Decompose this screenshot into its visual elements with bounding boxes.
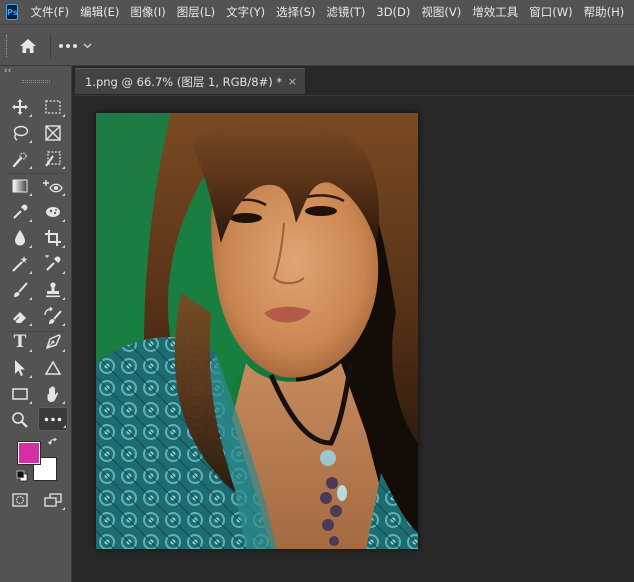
menu-plugins[interactable]: 增效工具 [472, 4, 518, 20]
eraser-icon [13, 312, 26, 323]
zoom-tool[interactable] [7, 408, 33, 432]
portrait-photo [96, 113, 418, 549]
lasso-icon [13, 125, 29, 141]
slice-icon [45, 151, 61, 167]
edit-toolbar-button[interactable] [38, 407, 68, 431]
frame-icon [45, 125, 61, 141]
pen-tool[interactable] [40, 330, 66, 354]
options-separator [50, 34, 51, 58]
red-eye-icon [43, 180, 63, 193]
gradient-icon [12, 179, 28, 193]
collapse-toolbar-button[interactable]: ‹‹ [4, 66, 11, 76]
move-tool[interactable] [7, 95, 33, 119]
more-options-icon [59, 44, 77, 48]
options-bar-grip[interactable] [6, 35, 8, 57]
sponge-tool[interactable] [40, 200, 66, 224]
magic-wand-tool[interactable] [7, 252, 33, 276]
stamp-icon [46, 282, 60, 298]
menu-window[interactable]: 窗口(W) [529, 4, 572, 20]
photoshop-logo-icon[interactable]: Ps [6, 4, 19, 20]
frame-tool[interactable] [40, 121, 66, 145]
menu-file[interactable]: 文件(F) [30, 4, 69, 20]
eraser-tool[interactable] [7, 304, 33, 328]
eyedropper-icon [13, 204, 28, 219]
hand-icon [47, 386, 59, 402]
menu-edit[interactable]: 编辑(E) [80, 4, 119, 20]
rect-marquee-icon [45, 100, 61, 114]
history-brush-icon [44, 307, 62, 324]
more-icon [44, 417, 62, 421]
quick-select-tool[interactable] [7, 147, 33, 171]
zoom-icon [12, 412, 28, 428]
marquee-tool[interactable] [40, 95, 66, 119]
home-icon [20, 39, 36, 53]
rectangle-tool[interactable] [7, 382, 33, 406]
red-eye-tool[interactable] [40, 174, 66, 198]
blur-tool[interactable] [7, 226, 33, 250]
slice-tool[interactable] [40, 147, 66, 171]
tools-panel: ‹‹ T [0, 66, 72, 582]
menu-select[interactable]: 选择(S) [276, 4, 315, 20]
triangle-icon [44, 360, 62, 375]
menu-3d[interactable]: 3D(D) [376, 5, 410, 19]
menu-view[interactable]: 视图(V) [421, 4, 461, 20]
menu-filter[interactable]: 滤镜(T) [326, 4, 365, 20]
foreground-color-swatch[interactable] [17, 441, 41, 465]
stamp-tool[interactable] [40, 278, 66, 302]
brush-icon [14, 282, 28, 297]
default-colors-icon[interactable] [16, 470, 28, 482]
magic-wand-icon [12, 256, 28, 272]
home-button[interactable] [16, 34, 40, 58]
gradient-tool[interactable] [7, 174, 33, 198]
crop-tool[interactable] [40, 226, 66, 250]
arrow-icon [15, 360, 25, 376]
screen-mode-button[interactable] [40, 488, 66, 512]
shape-3d-tool[interactable] [40, 356, 66, 380]
tab-strip-divider [73, 95, 634, 96]
menu-bar: Ps 文件(F) 编辑(E) 图像(I) 图层(L) 文字(Y) 选择(S) 滤… [0, 0, 634, 24]
more-options-button[interactable] [58, 37, 100, 55]
toolbar-grip[interactable] [22, 80, 50, 83]
brush-tool[interactable] [7, 278, 33, 302]
document-area: 1.png @ 66.7% (图层 1, RGB/8#) * × [73, 66, 634, 582]
drop-icon [15, 230, 25, 246]
pen-icon [45, 334, 61, 350]
document-tab[interactable]: 1.png @ 66.7% (图层 1, RGB/8#) * × [75, 68, 305, 94]
image-canvas[interactable] [96, 113, 418, 549]
path-select-tool[interactable] [7, 356, 33, 380]
type-tool[interactable]: T [7, 330, 33, 354]
eyedropper-tool[interactable] [7, 200, 33, 224]
sponge-icon [46, 207, 60, 217]
close-tab-icon[interactable]: × [288, 75, 297, 88]
quick-mask-button[interactable] [7, 488, 33, 512]
rectangle-icon [12, 388, 28, 400]
color-sampler-tool[interactable] [40, 252, 66, 276]
document-tab-title: 1.png @ 66.7% (图层 1, RGB/8#) * [85, 74, 283, 89]
color-sampler-icon [45, 255, 61, 271]
type-icon: T [13, 332, 27, 352]
crop-icon [45, 230, 61, 246]
lasso-tool[interactable] [7, 121, 33, 145]
swap-colors-icon[interactable] [48, 438, 60, 450]
screen-mode-icon [44, 493, 62, 507]
menu-help[interactable]: 帮助(H) [584, 4, 625, 20]
history-brush-tool[interactable] [40, 304, 66, 328]
menu-image[interactable]: 图像(I) [130, 4, 165, 20]
chevron-down-icon [83, 43, 92, 49]
menu-layer[interactable]: 图层(L) [177, 4, 215, 20]
move-icon [12, 99, 28, 115]
quick-mask-icon [12, 493, 28, 507]
hand-tool[interactable] [40, 382, 66, 406]
quick-select-icon [12, 152, 27, 168]
menu-type[interactable]: 文字(Y) [226, 4, 265, 20]
options-bar [0, 24, 634, 66]
